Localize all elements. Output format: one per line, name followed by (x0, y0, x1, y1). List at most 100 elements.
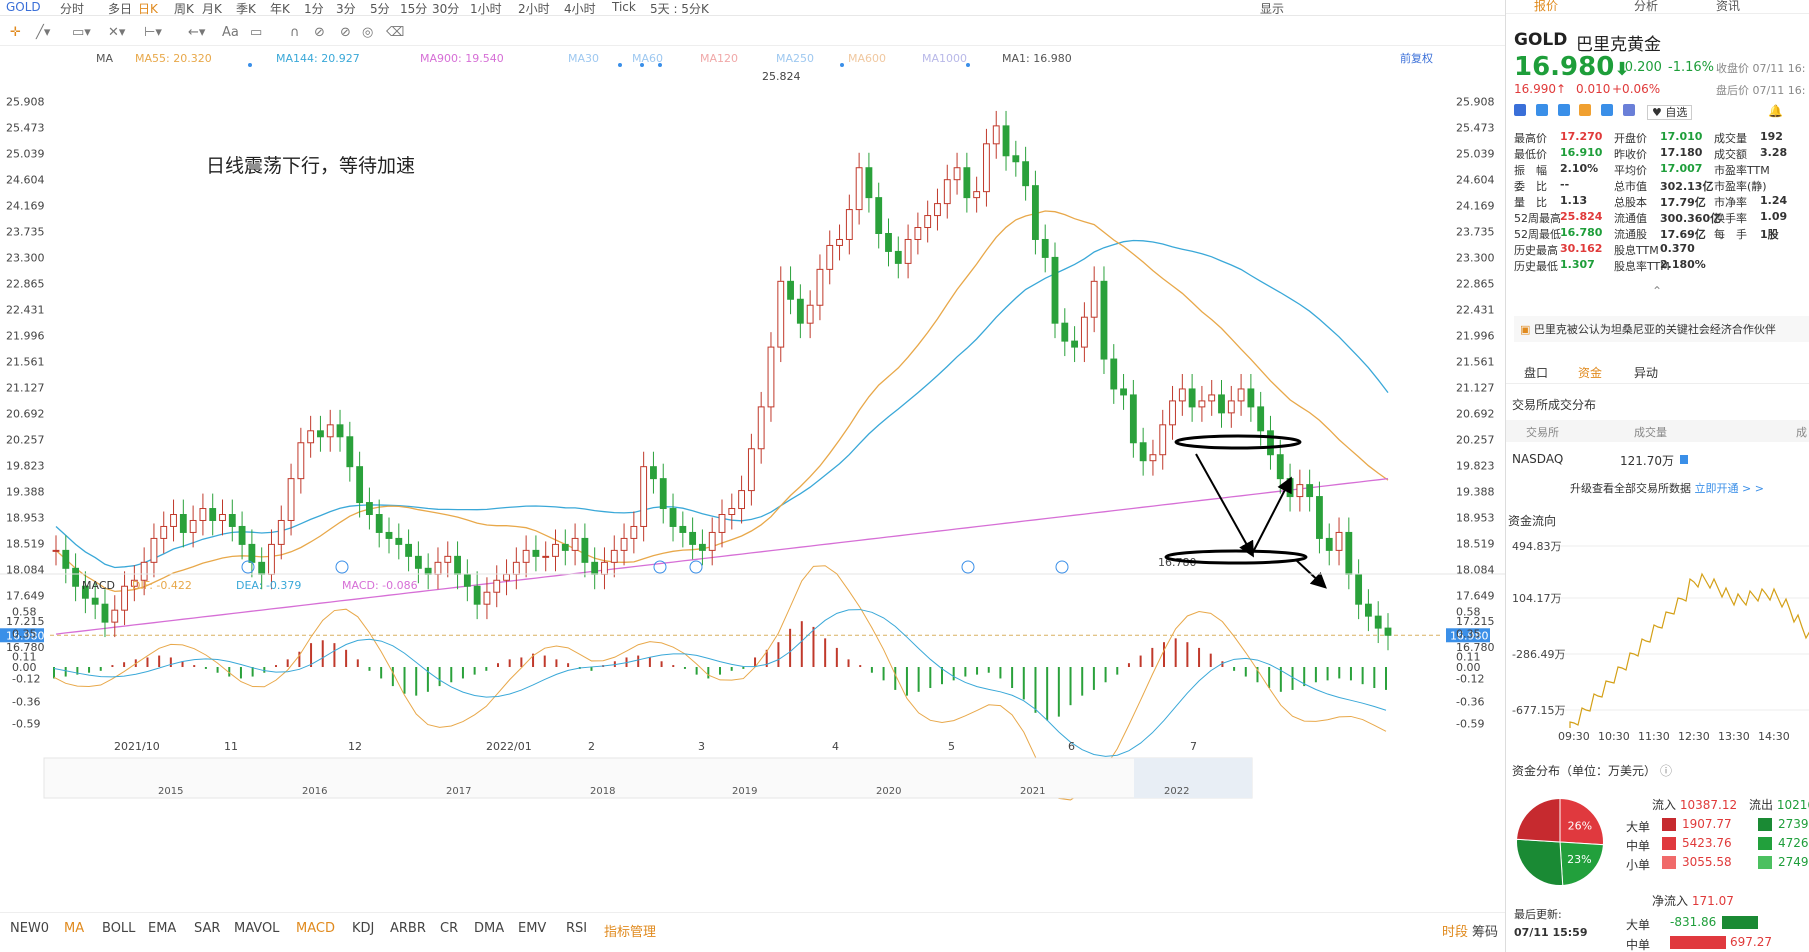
event-dot-icon[interactable] (248, 63, 252, 67)
candle-body (1100, 280, 1108, 360)
tab-news[interactable]: 资讯 (1716, 0, 1740, 14)
watchlist-button[interactable]: ♥ 自选 (1646, 105, 1693, 120)
period-8[interactable]: 3分 (336, 0, 356, 17)
share-icon[interactable] (1535, 104, 1548, 116)
s-icon[interactable] (1557, 104, 1570, 116)
indicator-ma144[interactable]: MA144: 20.927 (276, 52, 360, 65)
period-15[interactable]: Tick (612, 0, 636, 14)
indicator-tab-5[interactable]: MAVOL (234, 921, 279, 936)
flow-chart[interactable]: 494.83万 104.17万 -286.49万 -677.15万 09:30 10:30… (1506, 530, 1809, 750)
event-dot-icon[interactable] (618, 63, 622, 67)
macd-dif[interactable]: DIF: -0.422 (132, 579, 192, 592)
candle-body (140, 561, 148, 581)
indicator-tab-12[interactable]: RSI (566, 921, 587, 936)
macd-dea[interactable]: DEA: -0.379 (236, 579, 301, 592)
candle-body (708, 531, 716, 551)
overview-window[interactable] (1134, 758, 1252, 798)
period-9[interactable]: 5分 (370, 0, 390, 17)
indicator-tab-8[interactable]: ARBR (390, 921, 426, 936)
indicator-tab-10[interactable]: DMA (474, 921, 504, 936)
indicator-ma55[interactable]: MA55: 20.320 (135, 52, 212, 65)
indicator-tab-3[interactable]: EMA (148, 921, 176, 936)
period-12[interactable]: 1小时 (470, 0, 502, 17)
indicator-ma1000[interactable]: MA1000 (922, 52, 967, 65)
shape-tool-icon[interactable]: ▭▾ (72, 25, 91, 40)
trash-icon[interactable]: ⌫ (386, 25, 404, 40)
indicator-tab-11[interactable]: EMV (518, 921, 546, 936)
arrow-tool-icon[interactable]: ←▾ (188, 25, 205, 40)
tab-analysis[interactable]: 分析 (1634, 0, 1658, 14)
magnet-icon[interactable]: ∩ (290, 25, 300, 40)
tab-funds[interactable]: 资金 (1578, 364, 1602, 381)
alert-icon[interactable] (1623, 104, 1636, 116)
indicator-tab-4[interactable]: SAR (194, 921, 220, 936)
period-7[interactable]: 1分 (304, 0, 324, 17)
text-tool-icon[interactable]: Aa (222, 25, 239, 40)
indicator-tab-9[interactable]: CR (440, 921, 458, 936)
indicator-tab-13[interactable]: 指标管理 (604, 921, 656, 940)
event-dot-icon[interactable] (840, 63, 844, 67)
display-menu[interactable]: 显示 (1260, 0, 1284, 17)
tab-unusual[interactable]: 异动 (1634, 364, 1658, 381)
tab-orderbook[interactable]: 盘口 (1524, 364, 1548, 381)
bottom-right-1[interactable]: 筹码 (1472, 921, 1498, 940)
dist-inflow: 3055.58 (1682, 855, 1732, 869)
period-6[interactable]: 年K (270, 0, 290, 17)
eye-icon[interactable]: ⊘ (340, 25, 351, 40)
indicator-tab-2[interactable]: BOLL (102, 921, 135, 936)
feed-icon[interactable] (1579, 104, 1592, 116)
upgrade-text[interactable]: 升级查看全部交易所数据 立即开通 > > (1570, 480, 1764, 496)
note-icon[interactable] (1601, 104, 1614, 116)
line-tool-icon[interactable]: ╱▾ (36, 25, 50, 40)
period-2[interactable]: 日K (138, 0, 158, 17)
event-dot-icon[interactable] (966, 63, 970, 67)
event-dot-icon[interactable] (640, 63, 644, 67)
indicator-ma900[interactable]: MA900: 19.540 (420, 52, 504, 65)
indicator-ma600[interactable]: MA600 (848, 52, 886, 65)
bell-icon[interactable]: 🔔 (1768, 104, 1783, 118)
comment-icon[interactable]: ▭ (250, 25, 262, 40)
macd-label[interactable]: MACD (82, 579, 115, 592)
main-chart[interactable]: MA MA55: 20.320 MA144: 20.927 MA900: 19.540… (0, 46, 1505, 912)
period-5[interactable]: 季K (236, 0, 256, 17)
indicator-ma250[interactable]: MA250 (776, 52, 814, 65)
indicator-ma1[interactable]: MA1: 16.980 (1002, 52, 1072, 65)
indicator-ma_label[interactable]: MA (96, 52, 113, 65)
period-3[interactable]: 周K (174, 0, 194, 17)
indicator-ma60[interactable]: MA60 (632, 52, 663, 65)
collapse-icon[interactable]: ⌃ (1652, 284, 1662, 298)
news-banner[interactable]: ▣ 巴里克被公认为坦桑尼亚的关键社会经济合作伙伴 (1514, 316, 1809, 342)
period-14[interactable]: 4小时 (564, 0, 596, 17)
period-10[interactable]: 15分 (400, 0, 427, 17)
candle-body (1237, 388, 1245, 402)
period-16[interactable]: 5天 : 5分K (650, 0, 709, 17)
flag-icon[interactable] (1514, 104, 1526, 116)
fib-tool-icon[interactable]: ✕▾ (108, 25, 125, 40)
period-0[interactable]: 分时 (60, 0, 84, 17)
link-icon[interactable]: ⊘ (314, 25, 325, 40)
indicator-ma120[interactable]: MA120 (700, 52, 738, 65)
indicator-tab-0[interactable]: NEW0 (10, 921, 49, 936)
lock-icon[interactable]: ◎ (362, 25, 373, 40)
candle-body (463, 573, 471, 587)
event-dot-icon[interactable] (658, 63, 662, 67)
indicator-adjust[interactable]: 前复权 (1400, 51, 1433, 65)
period-1[interactable]: 多日 (108, 0, 132, 17)
period-11[interactable]: 30分 (432, 0, 459, 17)
overview-year: 2020 (876, 786, 901, 797)
indicator-tab-6[interactable]: MACD (296, 921, 335, 936)
info-icon[interactable]: ⓘ (1660, 762, 1672, 779)
indicator-ma30[interactable]: MA30 (568, 52, 599, 65)
macd-macd[interactable]: MACD: -0.086 (342, 579, 418, 592)
indicator-tab-1[interactable]: MA (64, 921, 84, 936)
bottom-right-0[interactable]: 时段 (1442, 921, 1468, 940)
period-4[interactable]: 月K (202, 0, 222, 17)
overview-strip[interactable] (43, 757, 1253, 799)
indicator-tab-7[interactable]: KDJ (352, 921, 374, 936)
crosshair-icon[interactable]: ✛ (10, 25, 21, 40)
tab-quote[interactable]: 报价 (1534, 0, 1558, 14)
candle-body (836, 238, 843, 246)
candle-body (1374, 615, 1382, 629)
measure-tool-icon[interactable]: ⊢▾ (144, 25, 162, 40)
period-13[interactable]: 2小时 (518, 0, 550, 17)
